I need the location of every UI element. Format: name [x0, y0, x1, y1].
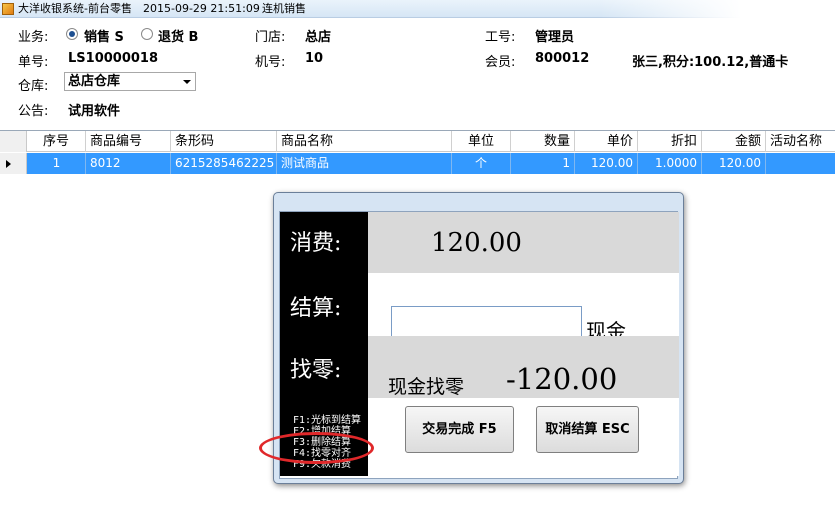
change-label: 找零:	[290, 358, 342, 383]
column-header[interactable]: 商品编号	[86, 131, 171, 152]
column-header[interactable]: 单价	[575, 131, 638, 152]
column-header[interactable]: 活动名称	[766, 131, 835, 152]
column-header[interactable]: 商品名称	[277, 131, 452, 152]
table-cell[interactable]: 120.00	[575, 153, 638, 174]
member-value: 800012	[535, 51, 590, 66]
return-radio[interactable]	[141, 28, 153, 40]
app-icon	[2, 3, 14, 15]
machine-value: 10	[305, 51, 324, 66]
settle-amount-input[interactable]	[391, 306, 582, 338]
chevron-down-icon[interactable]	[183, 80, 191, 84]
highlight-circle	[259, 432, 374, 464]
staff-value: 管理员	[535, 30, 575, 45]
table-cell[interactable]: 1	[28, 153, 86, 174]
table-cell[interactable]: 个	[452, 153, 511, 174]
table-cell[interactable]: 1.0000	[638, 153, 702, 174]
table-row[interactable]: 1 8012 6215285462225 测试商品 个 1 120.00 1.0…	[0, 153, 835, 174]
consume-value: 120.00	[431, 228, 522, 258]
table-header: 序号 商品编号 条形码 商品名称 单位 数量 单价 折扣 金额 活动名称	[0, 131, 835, 152]
table-cell[interactable]: 120.00	[702, 153, 766, 174]
change-desc: 现金找零	[388, 376, 465, 398]
row-selector-icon[interactable]	[0, 153, 27, 174]
warehouse-select[interactable]: 总店仓库	[64, 72, 196, 91]
column-header[interactable]: 条形码	[171, 131, 277, 152]
notice-label: 公告:	[18, 104, 49, 119]
consume-label: 消费:	[290, 231, 342, 256]
goods-table[interactable]: 序号 商品编号 条形码 商品名称 单位 数量 单价 折扣 金额 活动名称 1 8…	[0, 130, 835, 176]
warehouse-value: 总店仓库	[68, 74, 121, 89]
column-header[interactable]: 序号	[28, 131, 86, 152]
title-bar: 大洋收银系统-前台零售 2015-09-29 21:51:09 连机销售	[0, 0, 835, 18]
table-cell[interactable]: 1	[511, 153, 575, 174]
column-header[interactable]: 折扣	[638, 131, 702, 152]
member-label: 会员:	[485, 55, 516, 70]
column-header[interactable]: 金额	[702, 131, 766, 152]
table-cell[interactable]: 6215285462225	[171, 153, 277, 174]
table-cell[interactable]: 测试商品	[277, 153, 452, 174]
return-label[interactable]: 退货 B	[158, 26, 198, 45]
sale-radio[interactable]	[66, 28, 78, 40]
cancel-settlement-button[interactable]: 取消结算 ESC	[536, 406, 639, 453]
business-label: 业务:	[18, 30, 49, 45]
store-value: 总店	[305, 30, 332, 45]
order-header: 业务: 销售 S 退货 B 门店: 总店 工号: 管理员 单号: LS10000…	[0, 18, 835, 128]
complete-transaction-button[interactable]: 交易完成 F5	[405, 406, 514, 453]
column-header[interactable]: 单位	[452, 131, 511, 152]
column-header[interactable]: 数量	[511, 131, 575, 152]
title-glow	[600, 0, 835, 18]
row-header-corner	[0, 131, 27, 152]
notice-value: 试用软件	[68, 104, 121, 119]
order-label: 单号:	[18, 55, 49, 70]
warehouse-label: 仓库:	[18, 79, 49, 94]
datetime: 2015-09-29 21:51:09	[143, 2, 260, 15]
machine-label: 机号:	[255, 55, 286, 70]
sale-label[interactable]: 销售 S	[84, 26, 124, 45]
app-title: 大洋收银系统-前台零售	[18, 2, 132, 15]
settle-label: 结算:	[290, 296, 342, 321]
store-label: 门店:	[255, 30, 286, 45]
staff-label: 工号:	[485, 30, 516, 45]
order-value: LS10000018	[68, 51, 159, 66]
mode-label: 连机销售	[262, 2, 306, 15]
member-info: 张三,积分:100.12,普通卡	[632, 55, 789, 70]
consume-panel	[368, 212, 679, 273]
change-value: -120.00	[506, 362, 618, 396]
table-cell[interactable]: 8012	[86, 153, 171, 174]
hotkey-item: F1:光标到结算	[293, 415, 362, 426]
table-cell[interactable]	[766, 153, 835, 174]
